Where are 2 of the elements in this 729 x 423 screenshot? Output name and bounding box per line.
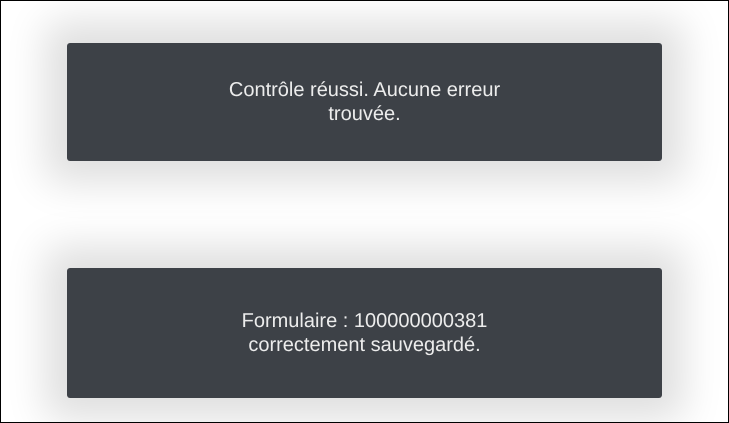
toast-message: Contrôle réussi. Aucune erreur trouvée. [67, 43, 662, 161]
toast-message: Formulaire : 100000000381 correctement sauvegardé. [67, 268, 662, 398]
